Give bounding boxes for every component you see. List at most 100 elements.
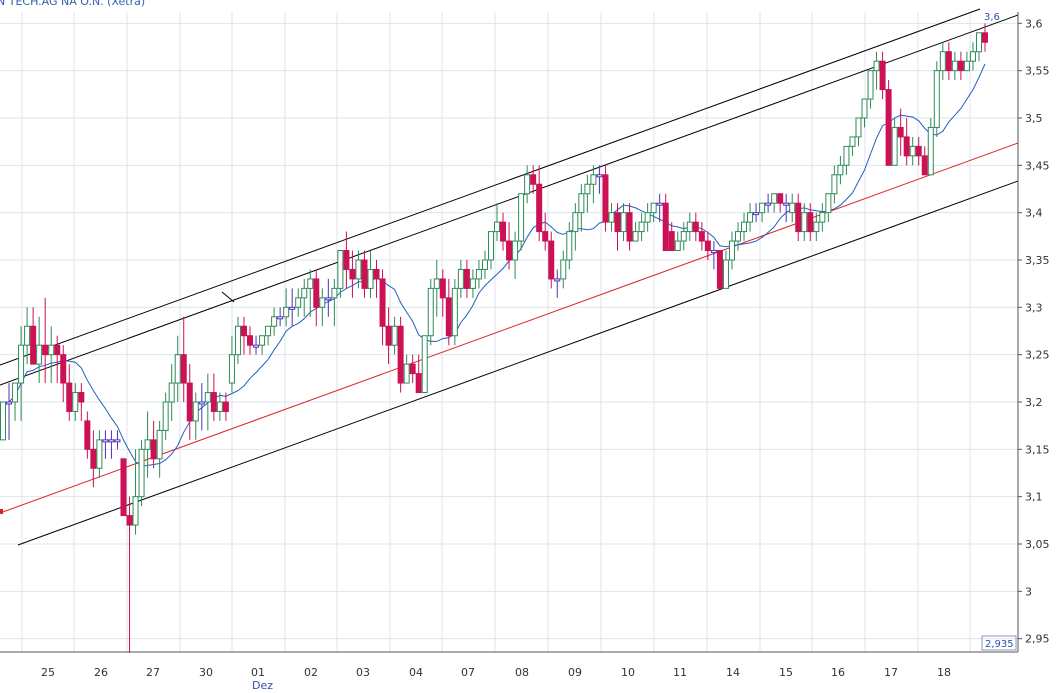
candle-body [349, 268, 356, 280]
candle-body [391, 325, 398, 346]
x-tick-label: 08 [515, 666, 529, 679]
candle-body [379, 278, 386, 327]
candle-body [150, 439, 157, 460]
candle-body [747, 212, 754, 223]
candle-body [710, 250, 717, 254]
candle-body [722, 259, 729, 289]
candle-body [765, 202, 772, 206]
candle-body [867, 70, 874, 100]
candle-body [554, 278, 561, 282]
candle-body [409, 363, 416, 375]
candle-body [385, 325, 392, 346]
x-tick-label: 16 [831, 666, 845, 679]
candle-body [879, 60, 886, 91]
y-tick-label: 3,1 [1025, 491, 1043, 504]
candle-body [301, 287, 308, 299]
candle-body [24, 325, 31, 346]
candle-body [921, 155, 928, 176]
candle-body [734, 231, 741, 242]
high-annotation: 3,6 [984, 12, 1000, 23]
candle-body [204, 392, 211, 403]
y-tick-label: 3 [1025, 585, 1032, 598]
candle-body [126, 515, 133, 526]
candle-body [265, 325, 272, 337]
price-chart: 2,95 3 3,05 3,1 3,15 3,2 3,25 3,3 3,35 3,4 3,45 3,5… [0, 0, 1060, 693]
candle-body [692, 221, 699, 233]
low-annotation: 2,935 [985, 639, 1014, 650]
candle-body [855, 117, 862, 138]
candle-body [656, 202, 663, 206]
candle-body [367, 268, 374, 289]
y-tick-label: 3,6 [1025, 17, 1043, 30]
candle-body [831, 174, 838, 195]
candle-body [463, 268, 470, 289]
x-tick-label: 25 [41, 666, 55, 679]
candle-body [530, 174, 537, 185]
candle-body [337, 250, 344, 289]
candle-body [228, 354, 235, 384]
candle-body [849, 136, 856, 147]
candle-body [355, 259, 362, 280]
candle-body [439, 278, 446, 299]
candle-body [0, 401, 6, 441]
candle-body [741, 221, 748, 233]
y-tick-label: 3,3 [1025, 301, 1043, 314]
candle-body [253, 344, 260, 348]
candle-body [506, 240, 513, 261]
candle-body [951, 60, 958, 72]
candle-body [843, 145, 850, 166]
candle-body [102, 439, 109, 443]
candle-body [578, 193, 585, 214]
candle-body [819, 212, 826, 223]
chart-title: N TECH.AG NA O.N. (Xetra) [0, 0, 145, 8]
x-tick-label: 07 [461, 666, 475, 679]
candle-body [494, 221, 501, 233]
candle-body [638, 221, 645, 233]
candle-body [891, 126, 898, 166]
candle-body [6, 401, 13, 405]
candle-body [445, 297, 452, 337]
y-tick-label: 3,2 [1025, 396, 1043, 409]
candle-body [939, 51, 946, 72]
candle-body [795, 202, 802, 233]
candle-body [84, 420, 91, 450]
y-tick-label: 3,05 [1025, 538, 1050, 551]
candle-body [933, 70, 940, 128]
candle-body [897, 126, 904, 138]
candle-body [650, 202, 657, 214]
candle-body [698, 231, 705, 242]
candle-body [343, 250, 350, 270]
candle-body [969, 51, 976, 62]
candle-body [168, 382, 175, 403]
candle-body [114, 439, 121, 443]
candle-body [120, 458, 127, 517]
candle-body [771, 193, 778, 204]
candle-body [216, 401, 223, 412]
candle-body [295, 297, 302, 308]
candle-body [716, 250, 723, 289]
x-tick-label: 02 [304, 666, 318, 679]
candle-body [487, 231, 494, 261]
x-tick-label: 17 [884, 666, 898, 679]
candle-body [331, 287, 338, 299]
candle-body [825, 193, 832, 214]
candle-body [512, 240, 519, 261]
candle-body [927, 126, 934, 176]
candle-body [837, 164, 844, 176]
candle-body [234, 325, 241, 356]
y-tick-label: 3,15 [1025, 443, 1050, 456]
candle-body [156, 429, 163, 460]
x-tick-label: 15 [779, 666, 793, 679]
candle-body [945, 51, 952, 72]
x-tick-label: 10 [621, 666, 635, 679]
regression-marker [0, 509, 3, 514]
candle-body [325, 297, 332, 301]
candle-body [626, 212, 633, 242]
y-tick-label: 2,95 [1025, 633, 1050, 646]
candle-body [198, 401, 205, 405]
x-tick-label: 09 [568, 666, 582, 679]
candle-body [271, 316, 278, 327]
candle-body [138, 448, 145, 498]
candle-body [704, 240, 711, 252]
candle-body [783, 202, 790, 206]
